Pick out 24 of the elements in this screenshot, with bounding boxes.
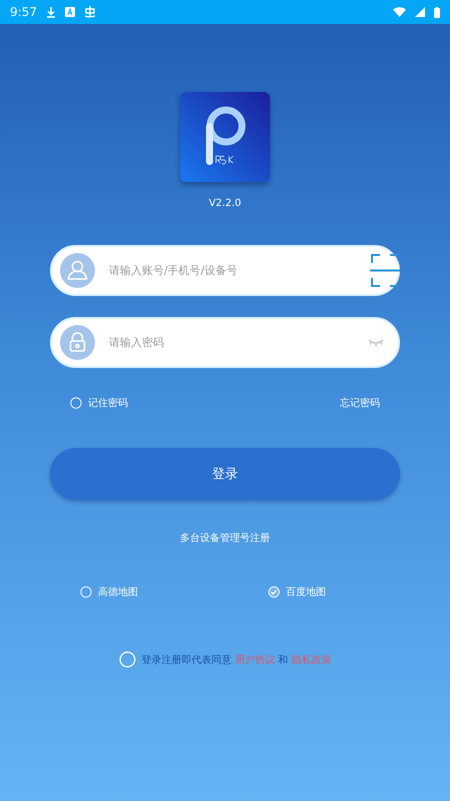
account-field[interactable]: 请输入账号/手机号/设备号: [107, 263, 370, 278]
login-button[interactable]: 登录: [50, 448, 400, 500]
radio-icon[interactable]: [118, 651, 136, 668]
radio-icon[interactable]: [80, 586, 92, 598]
map-option[interactable]: 高德地图: [80, 585, 268, 599]
check-circle-icon[interactable]: [268, 586, 280, 598]
lock-icon: [60, 325, 95, 360]
wifi-icon: [393, 7, 406, 17]
status-time: 9:57: [10, 5, 37, 19]
scan-icon[interactable]: [370, 254, 400, 287]
agreement-text: 登录注册即代表同意 用户协议 和 隐私政策: [142, 654, 332, 666]
user-icon: [60, 253, 95, 288]
map-option[interactable]: 百度地图: [268, 585, 370, 599]
battery-icon: [434, 6, 440, 18]
register-link[interactable]: 多台设备管理号注册: [180, 531, 270, 545]
remember-password-checkbox[interactable]: 记住密码: [70, 396, 128, 410]
signal-icon: [415, 7, 425, 17]
radio-icon[interactable]: [70, 397, 82, 409]
eye-closed-icon[interactable]: [368, 338, 384, 346]
notification-icon: [64, 7, 75, 17]
forgot-password-link[interactable]: 忘记密码: [340, 396, 380, 410]
version-label: V2.2.0: [208, 198, 242, 209]
download-icon: [46, 6, 56, 18]
password-field[interactable]: 请输入密码: [107, 335, 368, 350]
